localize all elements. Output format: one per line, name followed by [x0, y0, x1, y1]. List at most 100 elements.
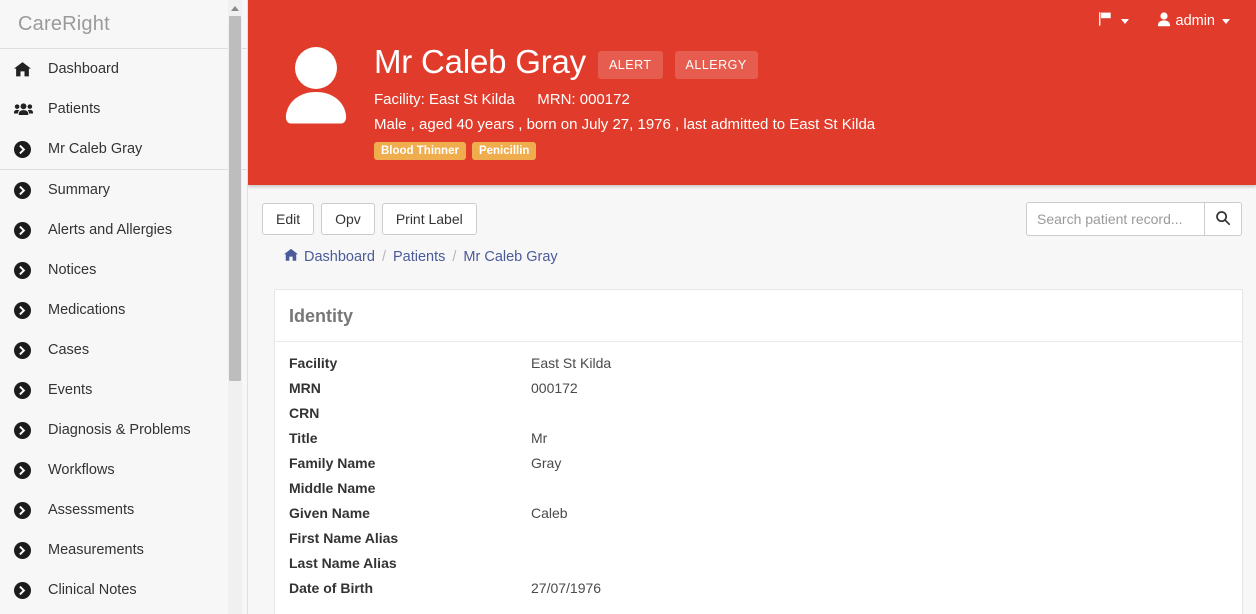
opv-button[interactable]: Opv	[321, 202, 375, 236]
chevron-down-icon	[1222, 18, 1230, 24]
chevron-down-icon	[1120, 18, 1129, 24]
chevron-circle-right-icon	[14, 181, 42, 199]
sidebar-item-dashboard[interactable]: Dashboard	[0, 49, 247, 89]
chevron-circle-right-icon	[14, 261, 42, 279]
sidebar-item-patients[interactable]: Patients	[0, 89, 247, 129]
breadcrumb-item-patients[interactable]: Patients	[393, 249, 445, 265]
app-brand: CareRight	[18, 12, 110, 35]
chevron-circle-right-icon	[14, 341, 42, 359]
sidebar-item-measurements[interactable]: Measurements	[0, 530, 247, 570]
sidebar-item-diagnosis-and-problems[interactable]: Diagnosis & Problems	[0, 410, 247, 450]
table-row: First Name Alias	[275, 530, 1242, 555]
patient-facility-mrn: Facility: East St Kilda MRN: 000172	[374, 89, 875, 112]
user-avatar-icon	[280, 42, 354, 131]
sidebar-nav: Dashboard Patients Mr Caleb Gray	[0, 49, 247, 169]
tag-blood-thinner[interactable]: Blood Thinner	[374, 142, 466, 161]
sidebar-item-label: Diagnosis & Problems	[48, 422, 191, 438]
breadcrumb-item-current[interactable]: Mr Caleb Gray	[463, 249, 557, 265]
sidebar-item-medications[interactable]: Medications	[0, 290, 247, 330]
tag-penicillin[interactable]: Penicillin	[471, 142, 537, 161]
scroll-up-arrow-icon[interactable]	[228, 1, 242, 15]
flag-menu[interactable]	[1097, 11, 1129, 31]
field-label: Title	[289, 430, 318, 446]
field-label: CRN	[289, 405, 320, 421]
top-navbar: admin	[262, 0, 1242, 42]
sidebar-item-label: Measurements	[48, 542, 144, 558]
chevron-circle-right-icon	[14, 581, 42, 599]
mrn-value: 000172	[579, 91, 630, 109]
patient-demographics: Male , aged 40 years , born on July 27, …	[374, 115, 876, 133]
field-value: Mr	[531, 430, 548, 446]
user-menu-label: admin	[1175, 13, 1216, 29]
sidebar-item-notices[interactable]: Notices	[0, 250, 247, 290]
table-row: Family Name Gray	[275, 455, 1242, 480]
field-value: 000172	[531, 380, 578, 396]
table-row: Date of Birth 27/07/1976	[275, 580, 1242, 605]
allergy-badge[interactable]: ALLERGY	[674, 51, 758, 80]
patient-banner: admin Mr Caleb Gray ALERT ALLERGY Facili…	[248, 0, 1256, 185]
patient-details: Mr Caleb Gray ALERT ALLERGY Facility: Ea…	[354, 42, 876, 161]
sidebar-item-label: Patients	[48, 101, 101, 117]
action-toolbar: Edit Opv Print Label	[248, 185, 1256, 240]
main-content: admin Mr Caleb Gray ALERT ALLERGY Facili…	[248, 0, 1256, 614]
sidebar-item-assessments[interactable]: Assessments	[0, 490, 247, 530]
print-label-button[interactable]: Print Label	[381, 202, 477, 236]
table-row: CRN	[275, 405, 1242, 430]
sidebar-item-label: Events	[48, 382, 93, 398]
app-root: CareRight Dashboard Patients Mr Caleb Gr…	[0, 0, 1256, 614]
field-value: 27/07/1976	[531, 580, 602, 596]
sidebar-item-label: Dashboard	[48, 61, 119, 77]
sidebar-item-label: Workflows	[48, 462, 115, 478]
sidebar-scrollbar[interactable]	[228, 0, 242, 614]
field-label: MRN	[289, 380, 321, 396]
search-button[interactable]	[1204, 202, 1242, 236]
home-icon	[14, 61, 42, 78]
breadcrumb-separator: /	[452, 249, 457, 265]
sidebar-item-label: Clinical Notes	[48, 582, 137, 598]
sidebar-item-label: Cases	[48, 342, 90, 358]
patient-search	[1026, 202, 1242, 236]
breadcrumb-item-dashboard[interactable]: Dashboard	[284, 248, 375, 266]
field-value: Gray	[531, 455, 562, 471]
sidebar-item-workflows[interactable]: Workflows	[0, 450, 247, 490]
field-label: Last Name Alias	[289, 555, 397, 571]
users-icon	[14, 101, 42, 118]
chevron-circle-right-icon	[14, 140, 42, 158]
sidebar-item-cases[interactable]: Cases	[0, 330, 247, 370]
field-label: Given Name	[289, 505, 370, 521]
alert-badge[interactable]: ALERT	[597, 51, 663, 80]
chevron-circle-right-icon	[14, 421, 42, 439]
sidebar-item-label: Notices	[48, 262, 97, 278]
chevron-circle-right-icon	[14, 301, 42, 319]
chevron-circle-right-icon	[14, 461, 42, 479]
search-input[interactable]	[1026, 202, 1204, 236]
field-label: Middle Name	[289, 480, 376, 496]
identity-card-header: Identity	[275, 290, 1242, 342]
sidebar-item-clinical-notes[interactable]: Clinical Notes	[0, 570, 247, 610]
edit-button[interactable]: Edit	[262, 202, 315, 236]
sidebar-item-summary[interactable]: Summary	[0, 170, 247, 210]
chevron-circle-right-icon	[14, 501, 42, 519]
field-value: Caleb	[531, 505, 568, 521]
breadcrumb: Dashboard / Patients / Mr Caleb Gray	[248, 240, 1256, 266]
facility-value: East St Kilda	[429, 91, 515, 109]
identity-fields: Facility East St Kilda MRN 000172 CRN Ti…	[275, 342, 1242, 605]
chevron-circle-right-icon	[14, 541, 42, 559]
patient-name: Mr Caleb Gray	[374, 43, 586, 80]
sidebar-item-label: Alerts and Allergies	[48, 222, 173, 238]
sidebar-item-mr-caleb-gray[interactable]: Mr Caleb Gray	[0, 129, 247, 169]
breadcrumb-label: Dashboard	[304, 249, 375, 265]
scrollbar-thumb[interactable]	[229, 16, 241, 381]
field-label: Date of Birth	[289, 580, 373, 596]
patient-summary: Mr Caleb Gray ALERT ALLERGY Facility: Ea…	[262, 42, 1242, 161]
identity-card: Identity Facility East St Kilda MRN 0001…	[274, 289, 1243, 614]
sidebar-item-events[interactable]: Events	[0, 370, 247, 410]
table-row: Facility East St Kilda	[275, 355, 1242, 380]
sidebar-item-label: Assessments	[48, 502, 135, 518]
field-label: Family Name	[289, 455, 376, 471]
sidebar-item-label: Mr Caleb Gray	[48, 141, 143, 157]
breadcrumb-separator: /	[381, 249, 386, 265]
user-menu[interactable]: admin	[1157, 11, 1230, 31]
sidebar-item-alerts-and-allergies[interactable]: Alerts and Allergies	[0, 210, 247, 250]
table-row: MRN 000172	[275, 380, 1242, 405]
